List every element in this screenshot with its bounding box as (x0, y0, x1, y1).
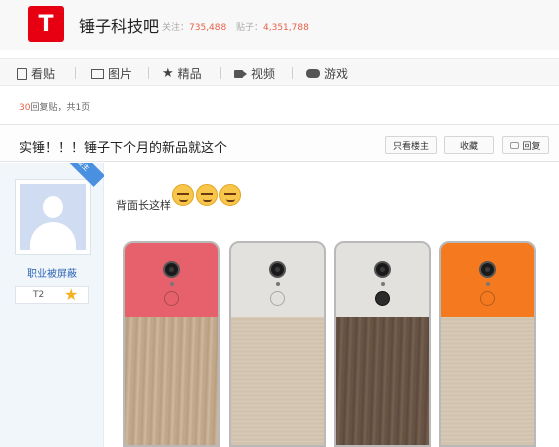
tab-label: 视频 (251, 67, 276, 81)
phone-image-gray-dark-wood[interactable] (334, 241, 431, 447)
reply-label: 回复贴，共1页 (30, 103, 91, 113)
author-sidebar: 楼主 职业被屏蔽 T2 ★ (0, 163, 104, 447)
flash-icon (486, 282, 490, 286)
flash-icon (276, 282, 280, 286)
forum-nav: 看贴 图片 ★ 精品 视频 游戏 (0, 58, 559, 86)
reply-button[interactable]: 回复 (502, 136, 549, 154)
tab-label: 精品 (177, 67, 202, 81)
nav-divider (220, 67, 221, 79)
smiley-emoji-icon (172, 184, 194, 206)
reply-icon (510, 141, 520, 149)
smiley-emoji-icon (219, 184, 241, 206)
camera-icon (374, 261, 391, 278)
only-host-button[interactable]: 只看楼主 (385, 136, 437, 154)
reply-button-label: 回复 (522, 141, 541, 152)
phone-bottom-panel (441, 317, 534, 445)
thread-title: 实锤！！！锤子下个月的新品就这个 (19, 141, 228, 156)
forum-logo[interactable]: T (28, 6, 64, 42)
owner-badge-label: 楼主 (75, 163, 91, 173)
tab-games[interactable]: 游戏 (306, 65, 348, 82)
posts-stat: 贴子：4,351,788 (236, 20, 309, 33)
tab-video[interactable]: 视频 (234, 65, 275, 82)
smiley-emoji-icon (196, 184, 218, 206)
phone-image-red-light-wood[interactable] (123, 241, 220, 447)
phone-bottom-panel (231, 317, 324, 445)
follow-stat: 关注：735,488 (162, 20, 226, 33)
nav-divider (292, 67, 293, 79)
owner-badge-wrap: 楼主 (0, 163, 104, 223)
reply-count: 30回复贴，共1页 (19, 100, 90, 113)
phone-bottom-panel (336, 317, 429, 445)
tab-label: 图片 (108, 67, 133, 81)
phone-bottom-panel (125, 317, 218, 445)
picture-icon (91, 68, 104, 79)
tab-label: 游戏 (324, 67, 349, 81)
tab-featured[interactable]: ★ 精品 (162, 65, 202, 82)
nav-divider (75, 67, 76, 79)
video-icon (234, 69, 247, 78)
follow-count: 735,488 (189, 23, 227, 33)
posts-count: 4,351,788 (263, 23, 309, 33)
tab-pictures[interactable]: 图片 (91, 65, 132, 82)
phone-image-gray-beige[interactable] (229, 241, 326, 447)
forum-header: T 锤子科技吧 关注：735,488 贴子：4,351,788 (0, 0, 559, 50)
tab-view-posts[interactable]: 看贴 (17, 65, 55, 82)
author-name[interactable]: 职业被屏蔽 (0, 265, 104, 280)
tab-label: 看贴 (31, 67, 56, 81)
logo-letter: T (38, 11, 54, 37)
posts-label: 贴子： (236, 23, 264, 33)
fingerprint-sensor-icon (375, 291, 390, 306)
thread-title-bar: 实锤！！！锤子下个月的新品就这个 只看楼主 收藏 回复 (0, 124, 559, 162)
fingerprint-sensor-icon (270, 291, 285, 306)
fingerprint-sensor-icon (164, 291, 179, 306)
document-icon (17, 67, 27, 80)
level-text: T2 (33, 290, 45, 300)
flash-icon (381, 282, 385, 286)
star-icon: ★ (162, 66, 174, 81)
nav-divider (148, 67, 149, 79)
camera-icon (479, 261, 496, 278)
favorite-button[interactable]: 收藏 (444, 136, 494, 154)
follow-label: 关注： (162, 23, 190, 33)
reply-number: 30 (19, 103, 31, 113)
phone-image-orange-beige[interactable] (439, 241, 536, 447)
flash-icon (170, 282, 174, 286)
owner-badge: 楼主 (61, 163, 104, 187)
fingerprint-sensor-icon (480, 291, 495, 306)
camera-icon (269, 261, 286, 278)
post-text: 背面长这样 (116, 199, 171, 212)
camera-icon (163, 261, 180, 278)
gamepad-icon (306, 69, 320, 78)
avatar-body (30, 222, 76, 250)
forum-name[interactable]: 锤子科技吧 (79, 13, 159, 37)
level-star-icon: ★ (64, 285, 79, 304)
level-badge[interactable]: T2 ★ (15, 286, 89, 304)
